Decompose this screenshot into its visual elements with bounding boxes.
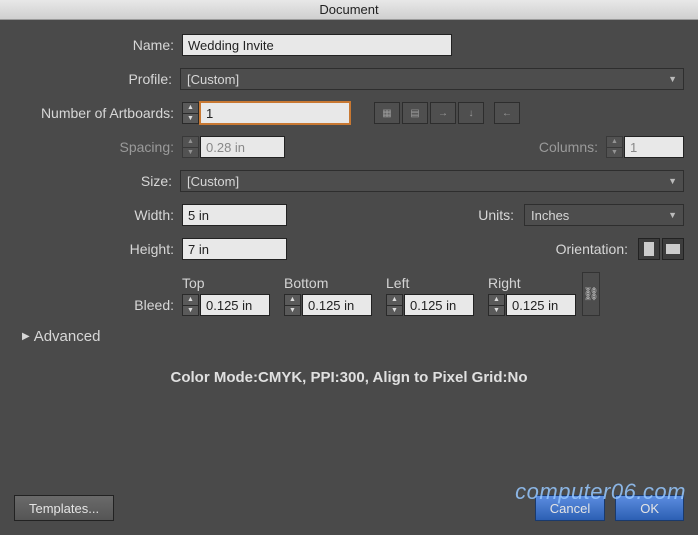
cancel-button[interactable]: Cancel [535,495,605,521]
templates-label: Templates... [29,501,99,516]
ok-label: OK [640,501,659,516]
columns-input [624,136,684,158]
grid-by-row-icon[interactable]: ▦ [374,102,400,124]
arrange-rtl-icon[interactable]: ← [494,102,520,124]
chevron-down-icon: ▼ [668,176,677,186]
chevron-down-icon: ▼ [668,74,677,84]
name-input[interactable] [182,34,452,56]
advanced-disclosure[interactable]: ▶ Advanced [22,328,684,345]
cancel-label: Cancel [550,501,590,516]
templates-button[interactable]: Templates... [14,495,114,521]
chevron-down-icon: ▼ [668,210,677,220]
size-label: Size: [14,173,180,189]
bleed-bottom-label: Bottom [284,275,372,291]
dialog-titlebar: Document [0,0,698,20]
artboards-label: Number of Artboards: [14,105,182,121]
bleed-label: Bleed: [14,297,182,316]
artboards-stepper[interactable]: ▲▼ [182,102,199,124]
units-value: Inches [531,208,569,223]
spacing-stepper: ▲▼ [182,136,199,158]
bleed-left-label: Left [386,275,474,291]
dialog-title: Document [319,2,378,17]
size-select[interactable]: [Custom] ▼ [180,170,684,192]
profile-select[interactable]: [Custom] ▼ [180,68,684,90]
chevron-right-icon: ▶ [22,331,30,342]
bleed-right-label: Right [488,275,576,291]
advanced-label: Advanced [34,328,101,345]
spacing-input [200,136,285,158]
bleed-top-input[interactable] [200,294,270,316]
status-text: Color Mode:CMYK, PPI:300, Align to Pixel… [14,369,684,386]
units-label: Units: [478,207,524,223]
bleed-right-input[interactable] [506,294,576,316]
columns-label: Columns: [539,139,606,155]
orientation-portrait-button[interactable] [638,238,660,260]
bleed-right-stepper[interactable]: ▲▼ [488,294,505,316]
bleed-top-label: Top [182,275,270,291]
size-value: [Custom] [187,174,239,189]
spacing-label: Spacing: [14,139,182,155]
landscape-icon [666,244,680,254]
profile-label: Profile: [14,71,180,87]
orientation-label: Orientation: [556,241,638,257]
arrange-down-icon[interactable]: ↓ [458,102,484,124]
link-icon: ⛓ [583,286,600,302]
profile-value: [Custom] [187,72,239,87]
width-label: Width: [14,207,182,223]
bleed-bottom-stepper[interactable]: ▲▼ [284,294,301,316]
width-input[interactable] [182,204,287,226]
height-label: Height: [14,241,182,257]
arrange-right-icon[interactable]: → [430,102,456,124]
orientation-landscape-button[interactable] [662,238,684,260]
bleed-top-stepper[interactable]: ▲▼ [182,294,199,316]
portrait-icon [644,242,654,256]
bleed-left-stepper[interactable]: ▲▼ [386,294,403,316]
link-bleed-button[interactable]: ⛓ [582,272,600,316]
name-label: Name: [14,37,182,53]
artboards-input[interactable] [200,102,350,124]
columns-stepper: ▲▼ [606,136,623,158]
height-input[interactable] [182,238,287,260]
grid-by-col-icon[interactable]: ▤ [402,102,428,124]
units-select[interactable]: Inches ▼ [524,204,684,226]
ok-button[interactable]: OK [615,495,684,521]
bleed-bottom-input[interactable] [302,294,372,316]
bleed-left-input[interactable] [404,294,474,316]
